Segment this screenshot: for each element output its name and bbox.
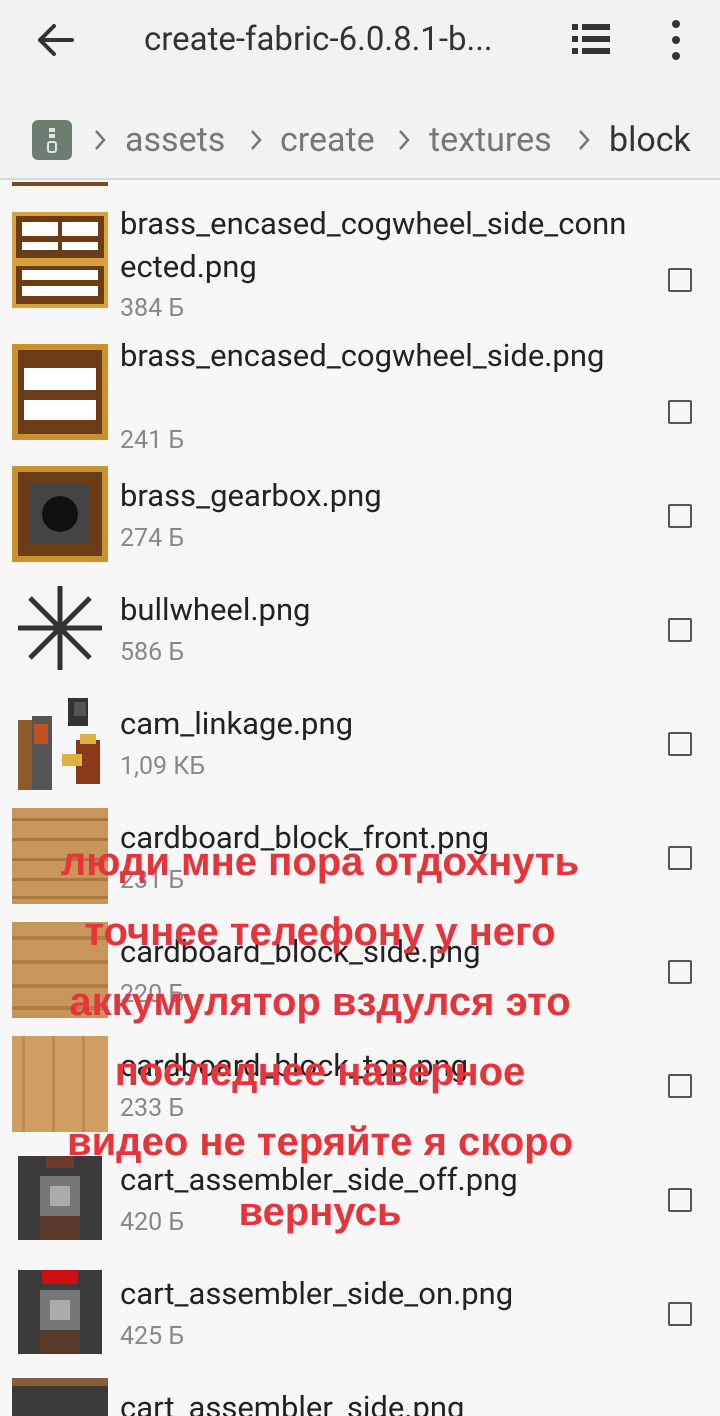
list-item[interactable]: cart_assembler_side_off.png 420 Б xyxy=(0,1148,720,1258)
file-size: 586 Б xyxy=(120,638,185,667)
select-checkbox[interactable] xyxy=(668,732,692,756)
file-thumbnail xyxy=(12,466,108,562)
select-checkbox[interactable] xyxy=(668,846,692,870)
file-name: cart_assembler_side_off.png xyxy=(120,1161,518,1198)
window-title: create-fabric-6.0.8.1-b... xyxy=(144,20,493,59)
list-item[interactable]: cardboard_block_side.png 220 Б xyxy=(0,920,720,1030)
file-size: 241 Б xyxy=(120,426,185,455)
app-bar: create-fabric-6.0.8.1-b... assets create… xyxy=(0,0,720,180)
file-thumbnail xyxy=(12,922,108,1018)
more-vert-icon[interactable] xyxy=(664,18,688,62)
file-size: 425 Б xyxy=(120,1322,185,1351)
file-name: brass_encased_cogwheel_side.png xyxy=(120,337,605,374)
file-name: cardboard_block_front.png xyxy=(120,819,490,856)
list-item[interactable]: brass_gearbox.png 274 Б xyxy=(0,464,720,574)
archive-icon[interactable] xyxy=(32,120,72,160)
chevron-right-icon xyxy=(579,130,590,150)
file-name: cardboard_block_top.png xyxy=(120,1047,469,1084)
breadcrumb-item-block: block xyxy=(609,120,691,160)
file-size: 231 Б xyxy=(120,866,185,895)
file-name: brass_encased_cogwheel_side_connected.pn… xyxy=(120,205,627,285)
file-name: brass_gearbox.png xyxy=(120,477,382,514)
arrow-back-icon[interactable] xyxy=(36,22,76,58)
list-item[interactable]: brass_encased_cogwheel_side.png 241 Б xyxy=(0,334,720,455)
file-size: 274 Б xyxy=(120,524,185,553)
list-item[interactable]: cart_assembler_side.png xyxy=(0,1376,720,1416)
breadcrumb-item-textures[interactable]: textures xyxy=(429,116,552,164)
list-item[interactable]: cardboard_block_top.png 233 Б xyxy=(0,1034,720,1144)
file-thumbnail xyxy=(18,1156,102,1240)
select-checkbox[interactable] xyxy=(668,1188,692,1212)
file-name: cart_assembler_side.png xyxy=(120,1389,465,1416)
file-name: bullwheel.png xyxy=(120,591,311,628)
select-checkbox[interactable] xyxy=(668,268,692,292)
select-checkbox[interactable] xyxy=(668,960,692,984)
file-thumbnail xyxy=(18,586,102,670)
file-thumbnail xyxy=(12,212,108,308)
file-name: cart_assembler_side_on.png xyxy=(120,1275,514,1312)
file-size: 1,09 КБ xyxy=(120,752,206,781)
chevron-right-icon xyxy=(251,130,262,150)
file-thumbnail xyxy=(18,1270,102,1354)
list-item[interactable]: cam_linkage.png 1,09 КБ xyxy=(0,692,720,802)
file-thumbnail xyxy=(18,698,100,790)
breadcrumb-item-assets[interactable]: assets xyxy=(125,116,225,164)
file-thumbnail xyxy=(12,182,108,186)
file-list[interactable]: brass_encased_cogwheel_side_connected.pn… xyxy=(0,182,720,1416)
file-size: 233 Б xyxy=(120,1094,185,1123)
file-name: cam_linkage.png xyxy=(120,705,353,742)
list-item[interactable]: cart_assembler_side_on.png 425 Б xyxy=(0,1262,720,1372)
file-thumbnail xyxy=(12,808,108,904)
list-item[interactable]: brass_encased_cogwheel_side_connected.pn… xyxy=(0,202,720,323)
file-name: cardboard_block_side.png xyxy=(120,933,481,970)
file-size: 384 Б xyxy=(120,294,185,323)
file-thumbnail xyxy=(12,1036,108,1132)
select-checkbox[interactable] xyxy=(668,1074,692,1098)
list-item[interactable]: bullwheel.png 586 Б xyxy=(0,578,720,688)
select-checkbox[interactable] xyxy=(668,618,692,642)
breadcrumb: assets create textures block xyxy=(0,116,720,166)
list-item[interactable]: cardboard_block_front.png 231 Б xyxy=(0,806,720,916)
file-thumbnail xyxy=(12,1378,108,1416)
breadcrumb-item-create[interactable]: create xyxy=(280,116,375,164)
file-size: 420 Б xyxy=(120,1208,185,1237)
file-size: 220 Б xyxy=(120,980,185,1009)
list-view-icon[interactable] xyxy=(570,22,612,56)
chevron-right-icon xyxy=(95,130,106,150)
select-checkbox[interactable] xyxy=(668,504,692,528)
select-checkbox[interactable] xyxy=(668,1302,692,1326)
file-thumbnail xyxy=(12,344,108,440)
chevron-right-icon xyxy=(399,130,410,150)
select-checkbox[interactable] xyxy=(668,400,692,424)
